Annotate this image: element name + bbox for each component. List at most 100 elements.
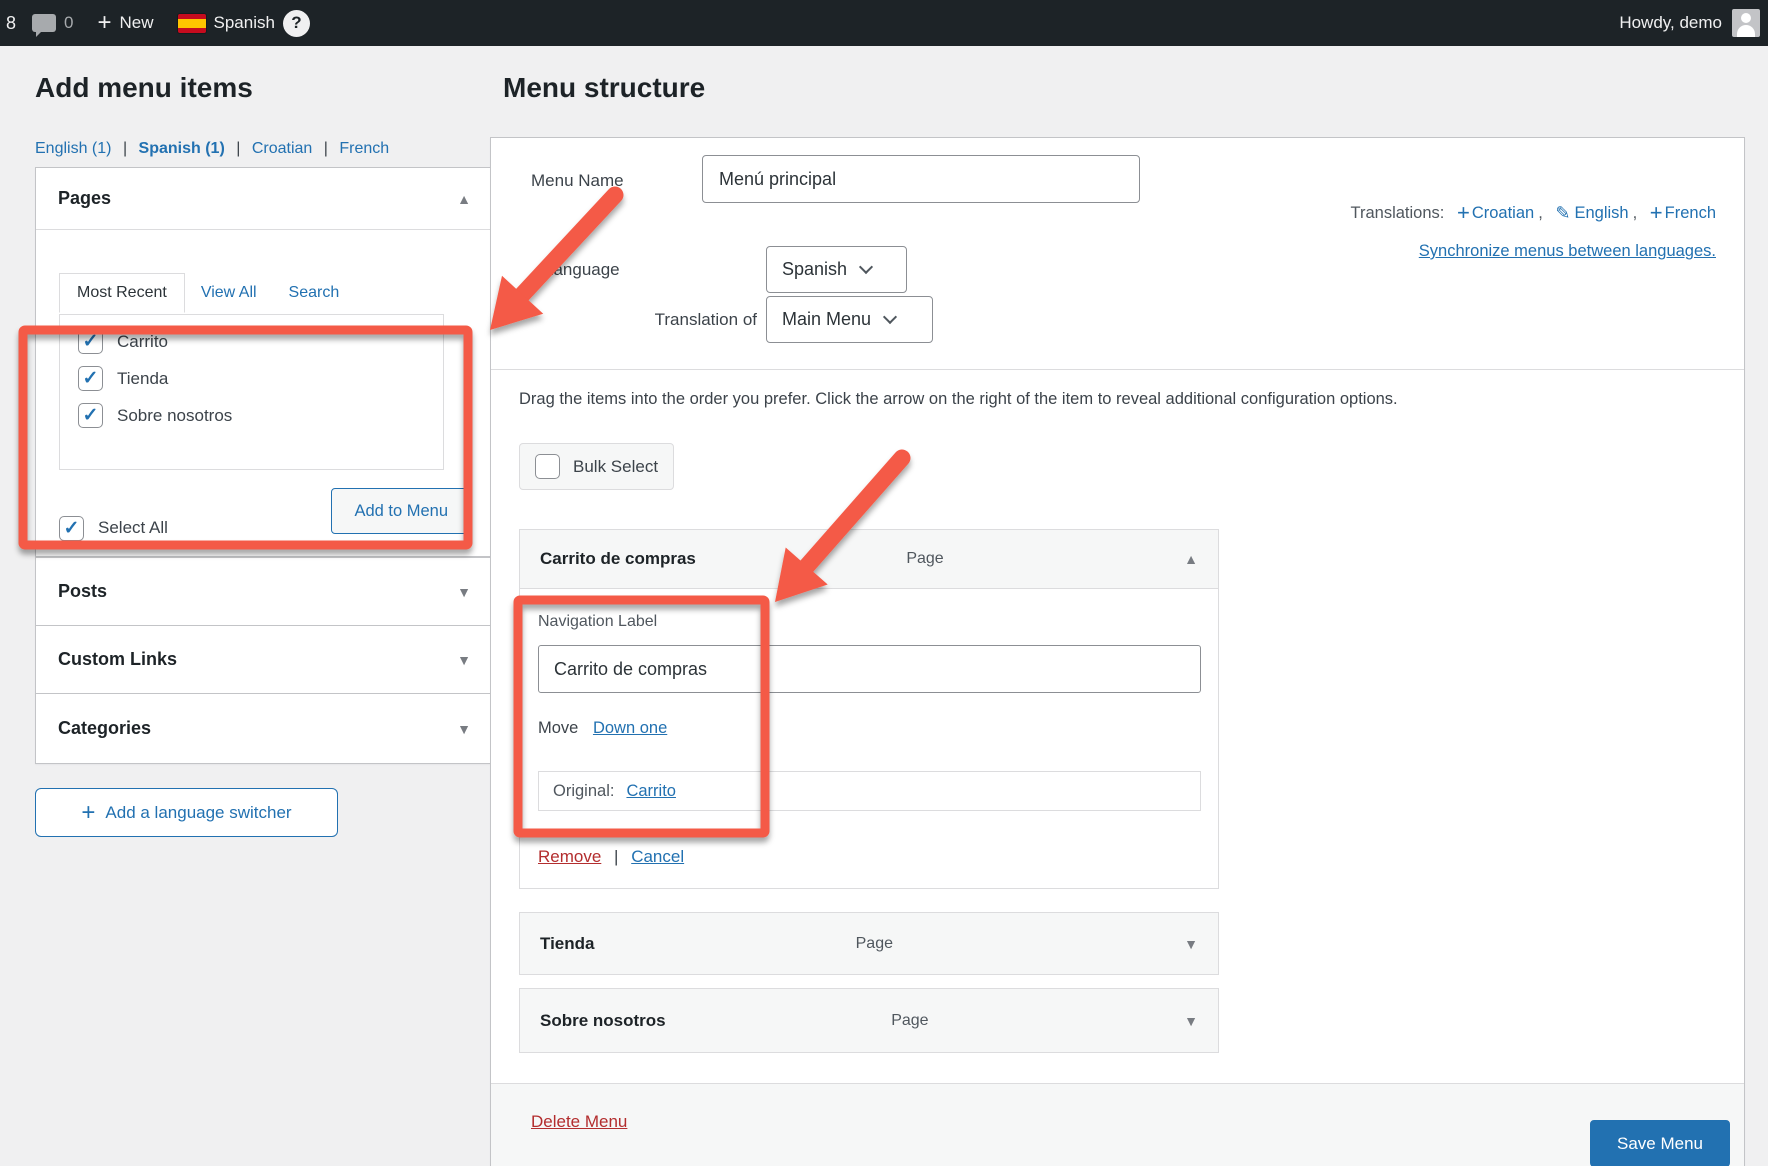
original-row: Original: Carrito [538,771,1201,811]
pages-title: Pages [58,188,111,209]
categories-panel: Categories ▼ [35,693,494,764]
chevron-up-icon: ▲ [457,191,471,207]
custom-links-title: Custom Links [58,649,177,670]
original-label: Original: [553,782,614,801]
separator: , [1538,204,1543,223]
page-checkbox-carrito[interactable]: Carrito [78,329,425,354]
navigation-label: Navigation Label [538,613,657,631]
checkbox-checked-icon [78,329,103,354]
menu-name-input[interactable] [702,155,1140,203]
language-select[interactable]: Spanish [766,246,907,293]
chevron-down-icon [859,259,873,273]
updates-count[interactable]: 8 [0,0,20,46]
pencil-icon: ✎ [1555,203,1570,224]
card-footer: Delete Menu Save Menu [491,1083,1744,1166]
separator: | [236,140,240,157]
wordpress-menus-screen: 8 0 + New Spanish ? Howdy, demo Add menu… [0,0,1768,1166]
new-button[interactable]: + New [85,0,165,46]
page-checkbox-tienda[interactable]: Tienda [78,366,425,391]
add-menu-items-title: Add menu items [35,72,253,104]
menu-item-carrito-de-compras: Carrito de compras Page ▲ Navigation Lab… [519,529,1219,889]
original-carrito-link[interactable]: Carrito [626,782,676,801]
menu-item-tienda: Tienda Page ▼ [519,912,1219,975]
navigation-label-input[interactable] [538,645,1201,693]
delete-menu-link[interactable]: Delete Menu [531,1112,627,1132]
page-checkbox-sobre-nosotros[interactable]: Sobre nosotros [78,403,425,428]
account-menu[interactable]: Howdy, demo [1619,9,1768,37]
menu-item-handle[interactable]: Carrito de compras Page ▲ [519,529,1219,589]
checkbox-checked-icon [78,366,103,391]
menu-name-label: Menu Name [531,171,624,191]
new-label: New [120,13,154,33]
avatar [1732,9,1760,37]
language-filter-french[interactable]: French [339,140,389,157]
categories-accordion-header[interactable]: Categories ▼ [36,694,493,763]
menu-item-title: Sobre nosotros [540,1011,666,1031]
language-select-value: Spanish [782,259,847,280]
comments-menu[interactable]: 0 [20,0,85,46]
translation-link-croatian[interactable]: Croatian [1472,204,1534,223]
language-filter-english[interactable]: English (1) [35,140,111,157]
posts-panel: Posts ▼ [35,557,494,626]
menu-item-sobre-nosotros: Sobre nosotros Page ▼ [519,988,1219,1053]
translation-link-english[interactable]: English [1574,204,1628,223]
spain-flag-icon [178,14,206,33]
chevron-down-icon[interactable]: ▼ [1184,936,1198,952]
add-language-switcher-label: Add a language switcher [105,803,291,823]
admin-bar: 8 0 + New Spanish ? Howdy, demo [0,0,1768,46]
menu-item-handle[interactable]: Sobre nosotros Page ▼ [519,988,1219,1053]
synchronize-menus-link[interactable]: Synchronize menus between languages. [1419,242,1716,261]
chevron-down-icon[interactable]: ▼ [1184,1013,1198,1029]
menu-item-handle[interactable]: Tienda Page ▼ [519,912,1219,975]
translation-link-french[interactable]: French [1665,204,1716,223]
add-language-switcher-button[interactable]: + Add a language switcher [35,788,338,837]
plus-icon: + [81,799,95,827]
language-filter: English (1) | Spanish (1) | Croatian | F… [35,140,389,158]
language-filter-spanish[interactable]: Spanish (1) [139,140,225,157]
menu-structure-title: Menu structure [503,72,705,104]
menu-item-type: Page [891,1012,928,1030]
bulk-select-label: Bulk Select [573,457,658,477]
pages-tabs: Most Recent View All Search [59,273,355,312]
menu-item-settings: Navigation Label Move Down one Original:… [519,589,1219,889]
move-label: Move [538,719,578,737]
save-menu-button[interactable]: Save Menu [1590,1120,1730,1166]
cancel-link[interactable]: Cancel [631,847,684,866]
translations-label: Translations: [1351,204,1445,223]
select-all-label: Select All [98,518,168,538]
pages-accordion-header[interactable]: Pages ▲ [36,168,493,230]
chevron-down-icon: ▼ [457,652,471,668]
plus-icon: + [97,11,111,35]
separator: | [123,140,127,157]
move-down-one-link[interactable]: Down one [593,719,667,737]
translation-of-label: Translation of [591,310,757,330]
language-filter-croatian[interactable]: Croatian [252,140,312,157]
help-icon[interactable]: ? [283,10,310,37]
chevron-up-icon[interactable]: ▲ [1184,551,1198,567]
translation-of-select[interactable]: Main Menu [766,296,933,343]
tab-search[interactable]: Search [273,274,356,312]
menu-structure-card: Menu Name Language Spanish Translation o… [490,137,1745,1166]
tab-most-recent[interactable]: Most Recent [59,273,185,313]
admin-language-switcher[interactable]: Spanish ? [166,0,322,46]
menu-item-title: Carrito de compras [540,549,696,569]
tab-view-all[interactable]: View All [185,274,273,312]
posts-accordion-header[interactable]: Posts ▼ [36,558,493,625]
add-to-menu-button[interactable]: Add to Menu [331,488,471,534]
remove-link[interactable]: Remove [538,847,601,866]
plus-icon: + [1650,202,1663,224]
remove-cancel-row: Remove | Cancel [538,847,684,867]
custom-links-accordion-header[interactable]: Custom Links ▼ [36,626,493,693]
page-label: Carrito [117,332,168,352]
posts-title: Posts [58,581,107,602]
menu-item-type: Page [906,550,943,568]
separator: , [1633,204,1638,223]
select-all-checkbox[interactable] [59,516,84,541]
bulk-select-checkbox[interactable]: Bulk Select [519,443,674,490]
pages-panel: Pages ▲ Most Recent View All Search Carr… [35,167,494,557]
howdy-label: Howdy, demo [1619,13,1722,33]
checkbox-unchecked-icon [535,454,560,479]
separator: | [324,140,328,157]
categories-title: Categories [58,718,151,739]
chevron-down-icon [883,309,897,323]
